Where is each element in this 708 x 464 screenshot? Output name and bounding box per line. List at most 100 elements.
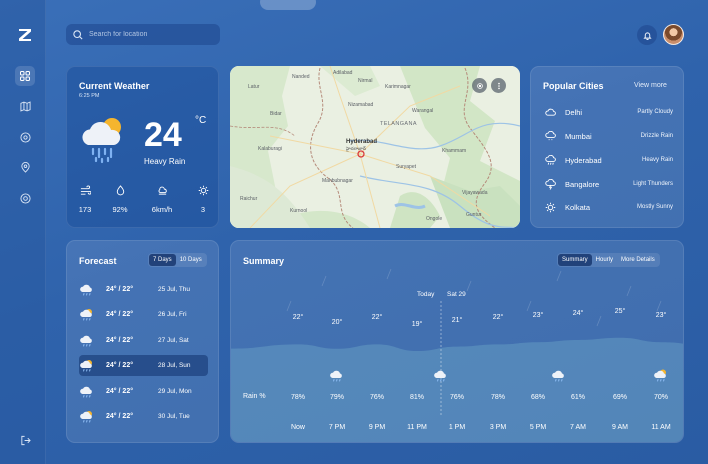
time-label: 1 PM (448, 424, 466, 431)
map-label-hyderabad: Hyderabad (346, 139, 378, 145)
stat-wind-speed: 6km/h (147, 185, 177, 214)
cloud-icon (545, 108, 556, 116)
sun-rain-icon (80, 410, 92, 422)
wind-speed-icon (158, 186, 167, 195)
map-label-mahbubnagar: Mahbubnagar (322, 178, 353, 184)
logout-icon[interactable] (15, 430, 35, 450)
time-label: 5 PM (529, 424, 547, 431)
cloud-lightning-icon (545, 178, 556, 190)
window-grab-tab (260, 0, 316, 10)
map-locate-button[interactable] (472, 78, 487, 93)
forecast-day-row[interactable]: 24° / 22° 28 Jul, Sun (79, 355, 208, 376)
time-label: 7 PM (328, 424, 346, 431)
bell-icon (642, 31, 652, 40)
map-label-karimnagar: Karimnagar (385, 84, 411, 90)
temp-point-label: 19° (411, 321, 423, 328)
forecast-title: Forecast (79, 256, 117, 266)
city-condition: Partly Cloudy (637, 109, 673, 115)
time-label: 3 PM (489, 424, 507, 431)
view-more-link[interactable]: View more (634, 82, 667, 89)
temperature-unit: °C (195, 115, 207, 126)
summary-card: Summary Summary Hourly More Details Toda… (230, 240, 684, 443)
map-label-adilabad: Adilabad (333, 70, 353, 76)
location-pin-icon[interactable] (15, 157, 35, 177)
time-label: 9 PM (368, 424, 386, 431)
search-icon (73, 29, 83, 40)
rain-percent-value: 68% (530, 394, 545, 401)
city-name: Hyderabad (565, 155, 602, 165)
forecast-day-row[interactable]: 24° / 22° 29 Jul, Mon (79, 381, 208, 402)
tab-7-days[interactable]: 7 Days (149, 254, 176, 266)
tab-10-days[interactable]: 10 Days (176, 254, 206, 266)
temp-point-label: 22° (292, 314, 304, 322)
compass-icon[interactable] (15, 127, 35, 147)
temp-point-label: 23° (655, 312, 667, 320)
forecast-temp: 24° / 22° (106, 311, 134, 318)
current-weather-card: Current Weather 6:25 PM 24 °C Heavy Rain… (66, 66, 219, 228)
forecast-day-row[interactable]: 24° / 22° 27 Jul, Sat (79, 330, 208, 351)
city-name: Bangalore (565, 179, 600, 189)
stat-uv: 3 (188, 185, 218, 214)
cloud-drizzle-icon (545, 130, 556, 140)
forecast-day-row[interactable]: 24° / 22° 25 Jul, Thu (79, 279, 208, 300)
forecast-date: 29 Jul, Mon (158, 388, 192, 395)
map-label-telangana: TELANGANA (380, 121, 417, 127)
sidebar (0, 0, 46, 464)
city-condition: Drizzle Rain (640, 133, 673, 139)
stat-value: 3 (200, 205, 206, 214)
dashboard-icon[interactable] (15, 66, 35, 86)
current-temperature: 24 (144, 116, 182, 154)
rain-percent-value: 78% (290, 394, 305, 401)
forecast-temp: 24° / 22° (106, 413, 134, 420)
forecast-range-toggle: 7 Days 10 Days (148, 253, 207, 267)
city-name: Delhi (565, 107, 583, 117)
search-bar[interactable] (66, 24, 220, 45)
city-row-delhi[interactable]: Delhi Partly Cloudy (545, 105, 673, 119)
city-row-bangalore[interactable]: Bangalore Light Thunders (545, 177, 673, 191)
current-condition: Heavy Rain (144, 157, 186, 166)
map-label-vijayawada: Vijayawada (462, 190, 488, 196)
next-day-marker: Sat 29 (447, 291, 466, 298)
current-weather-title: Current Weather (79, 81, 150, 91)
city-row-mumbai[interactable]: Mumbai Drizzle Rain (545, 129, 673, 143)
map-more-button[interactable] (491, 78, 506, 93)
map-label-nizamabad: Nizamabad (348, 102, 374, 108)
cloud-rain-icon (545, 154, 556, 165)
rain-percent-value: 76% (369, 394, 384, 401)
rain-percent-value: 70% (653, 394, 668, 401)
search-input[interactable] (89, 31, 209, 38)
uv-sun-icon (198, 185, 208, 196)
map-label-guntur: Guntur (466, 212, 482, 218)
forecast-day-row[interactable]: 24° / 22° 30 Jul, Tue (79, 406, 208, 427)
map-label-raichur: Raichur (240, 196, 258, 202)
today-marker: Today (417, 291, 435, 298)
notification-button[interactable] (637, 25, 657, 45)
app-logo-icon[interactable] (15, 25, 35, 45)
stat-value: 92% (112, 205, 128, 214)
temp-point-label: 23° (532, 312, 544, 320)
city-name: Kolkata (565, 202, 591, 212)
forecast-temp: 24° / 22° (106, 388, 134, 395)
forecast-day-row[interactable]: 24° / 22° 26 Jul, Fri (79, 304, 208, 325)
forecast-date: 30 Jul, Tue (158, 413, 190, 420)
rain-percent-value: 69% (612, 394, 627, 401)
city-row-kolkata[interactable]: Kolkata Mostly Sunny (545, 200, 673, 214)
map-label-suryapet: Suryapet (396, 164, 417, 170)
city-row-hyderabad[interactable]: Hyderabad Heavy Rain (545, 153, 673, 167)
time-label: 11 PM (407, 424, 427, 431)
popular-cities-title: Popular Cities (543, 81, 604, 91)
rain-percent-label: Rain % (243, 393, 266, 400)
temp-point-label: 22° (492, 314, 504, 322)
map-card[interactable]: Adilabad Nirmal Karimnagar Warangal Niza… (230, 66, 520, 228)
map-label-nirmal: Nirmal (358, 78, 373, 84)
city-condition: Mostly Sunny (636, 204, 673, 210)
stat-value: 173 (78, 205, 92, 214)
time-label: 7 AM (570, 424, 586, 431)
rain-percent-value: 81% (409, 394, 424, 401)
forecast-date: 25 Jul, Thu (158, 286, 191, 293)
map-label-hyderabad-native: హైదరాబాద్ (346, 146, 367, 151)
map-icon[interactable] (15, 96, 35, 116)
forecast-date: 27 Jul, Sat (158, 337, 189, 344)
avatar[interactable] (663, 24, 684, 45)
settings-icon[interactable] (15, 188, 35, 208)
